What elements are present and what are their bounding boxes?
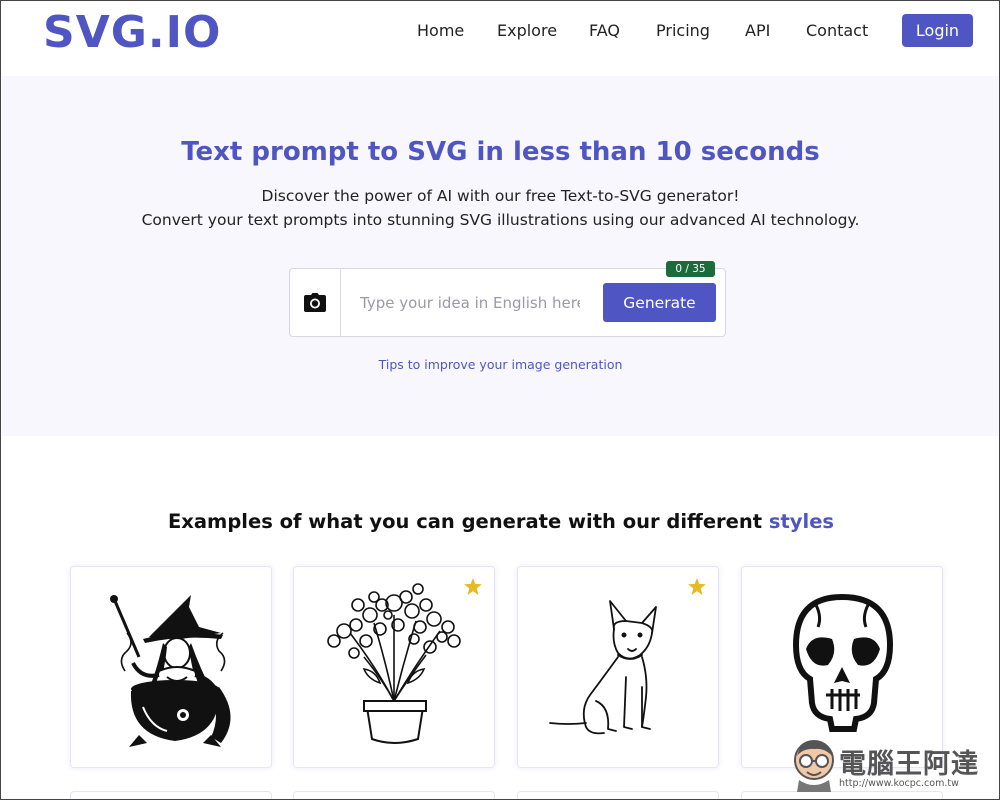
example-card-witch[interactable]: [70, 566, 272, 768]
nav-contact[interactable]: Contact: [806, 21, 868, 41]
examples-title-accent: styles: [768, 510, 835, 533]
prompt-input[interactable]: [360, 291, 580, 315]
examples-title: Examples of what you can generate with o…: [1, 510, 999, 533]
nav-explore[interactable]: Explore: [497, 21, 557, 41]
generate-button[interactable]: Generate: [603, 283, 716, 322]
tips-link[interactable]: Tips to improve your image generation: [2, 357, 999, 372]
nav-api[interactable]: API: [745, 21, 770, 41]
example-card-row2[interactable]: [293, 791, 495, 799]
nav-home[interactable]: Home: [417, 21, 464, 41]
watermark-text: 電腦王阿達: [839, 749, 979, 780]
star-icon[interactable]: [688, 578, 706, 595]
browser-frame: SVG.IO Home Explore FAQ Pricing API Cont…: [0, 0, 1000, 800]
hero-subtitle-line1: Discover the power of AI with our free T…: [261, 187, 740, 205]
nav-pricing[interactable]: Pricing: [656, 21, 710, 41]
hero-section: Text prompt to SVG in less than 10 secon…: [2, 76, 999, 436]
watermark-url: http://www.kocpc.com.tw: [839, 778, 959, 789]
flower-pot-illustration: [327, 583, 461, 744]
example-card-flower-pot[interactable]: [293, 566, 495, 768]
site-header: SVG.IO Home Explore FAQ Pricing API Cont…: [1, 1, 999, 76]
login-button[interactable]: Login: [902, 14, 973, 47]
hero-title: Text prompt to SVG in less than 10 secon…: [181, 137, 820, 167]
prompt-form: Generate: [289, 268, 726, 337]
mascot-icon: [794, 740, 834, 792]
watermark: 電腦王阿達 http://www.kocpc.com.tw: [791, 734, 996, 794]
examples-title-main: Examples of what you can generate with o…: [167, 510, 769, 533]
example-card-row2[interactable]: [70, 791, 272, 799]
example-card-row2[interactable]: [517, 791, 719, 799]
example-card-dog[interactable]: [517, 566, 719, 768]
star-icon[interactable]: [464, 578, 482, 595]
char-counter-badge: 0 / 35: [666, 261, 715, 277]
image-upload-button[interactable]: [290, 269, 341, 336]
hero-subtitle-line2: Convert your text prompts into stunning …: [141, 211, 860, 229]
site-logo[interactable]: SVG.IO: [43, 7, 221, 58]
camera-icon: [304, 293, 326, 312]
nav-faq[interactable]: FAQ: [589, 21, 620, 41]
witch-illustration: [110, 595, 231, 747]
dog-illustration: [549, 600, 657, 735]
